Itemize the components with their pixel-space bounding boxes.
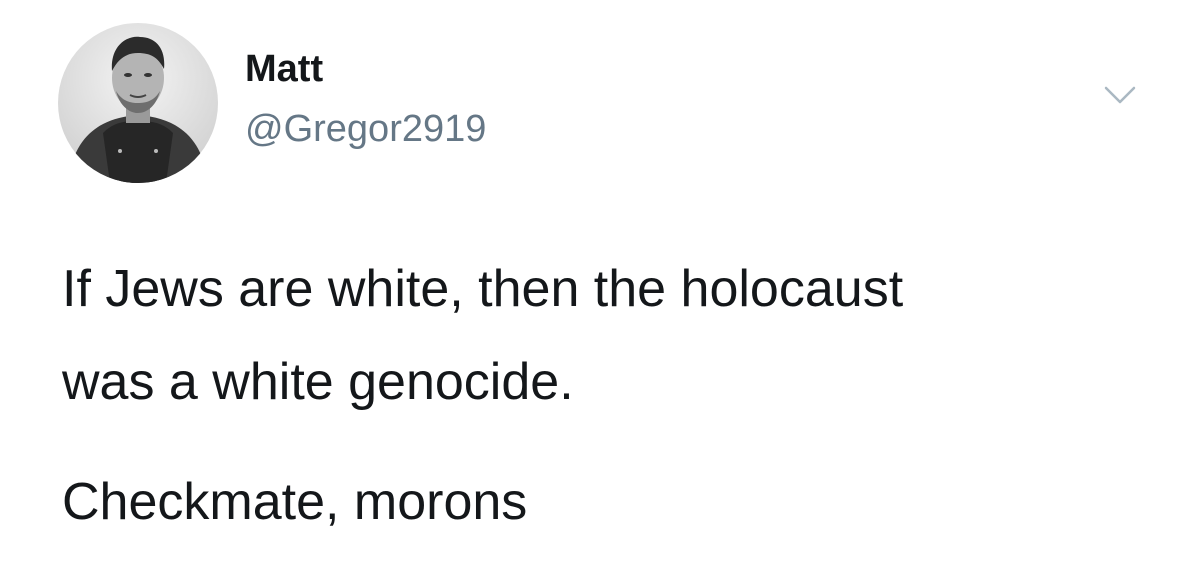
tweet-text-line: If Jews are white, then the holocaust — [62, 260, 904, 318]
display-name[interactable]: Matt — [245, 44, 323, 94]
user-handle[interactable]: @Gregor2919 — [245, 104, 486, 154]
tweet-text-line: was a white genocide. — [62, 353, 574, 411]
avatar-photo — [58, 23, 218, 183]
tweet-card: Matt @Gregor2919 If Jews are white, then… — [0, 0, 1200, 583]
avatar[interactable] — [58, 23, 218, 183]
tweet-text-line: Checkmate, morons — [62, 473, 528, 531]
chevron-down-icon[interactable] — [1100, 80, 1140, 110]
